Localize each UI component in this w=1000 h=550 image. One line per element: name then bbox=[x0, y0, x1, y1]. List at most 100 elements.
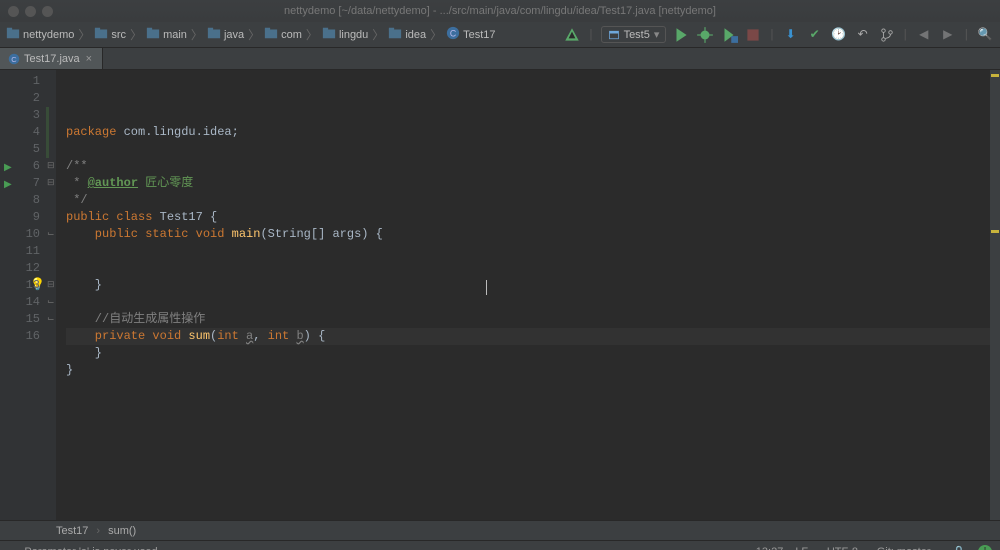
crumb-nettydemo[interactable]: nettydemo bbox=[6, 26, 74, 43]
code-line[interactable]: } bbox=[66, 277, 1000, 294]
crumb-lingdu[interactable]: lingdu bbox=[322, 26, 368, 43]
window-titlebar: nettydemo [~/data/nettydemo] - .../src/m… bbox=[0, 0, 1000, 22]
run-button[interactable] bbox=[672, 26, 690, 44]
folder-icon bbox=[207, 26, 221, 43]
line-number[interactable]: 3 bbox=[0, 107, 40, 124]
line-number[interactable]: 10 bbox=[0, 226, 40, 243]
code-line[interactable]: package com.lingdu.idea; bbox=[66, 124, 1000, 141]
folder-icon bbox=[322, 26, 336, 43]
line-number[interactable]: 16 bbox=[0, 328, 40, 345]
crumb-java[interactable]: java bbox=[207, 26, 244, 43]
crumb-main[interactable]: main bbox=[146, 26, 187, 43]
error-stripe[interactable] bbox=[990, 70, 1000, 520]
breadcrumb-method[interactable]: sum() bbox=[108, 525, 136, 537]
fold-gutter[interactable]: ⊟⊟⌙⊟⌙⌙ bbox=[46, 70, 56, 520]
code-area[interactable]: package com.lingdu.idea; /** * @author 匠心… bbox=[56, 70, 1000, 520]
line-number[interactable]: 12 bbox=[0, 260, 40, 277]
code-line[interactable] bbox=[66, 379, 1000, 396]
chevron-down-icon: ▾ bbox=[654, 28, 660, 41]
text-caret bbox=[486, 280, 487, 295]
line-number[interactable]: 9 bbox=[0, 209, 40, 226]
crumb-idea[interactable]: idea bbox=[388, 26, 426, 43]
line-number[interactable]: 15 bbox=[0, 311, 40, 328]
build-icon[interactable] bbox=[563, 26, 581, 44]
crumb-separator: 〉 bbox=[130, 26, 142, 43]
hector-icon[interactable]: ! bbox=[978, 545, 992, 550]
code-line[interactable]: } bbox=[66, 362, 1000, 379]
code-line[interactable] bbox=[66, 294, 1000, 311]
caret-position[interactable]: 13:27 bbox=[756, 546, 784, 550]
svg-text:C: C bbox=[11, 55, 17, 64]
fold-end-icon: ⌙ bbox=[47, 314, 55, 324]
status-message: Parameter 'a' is never used bbox=[24, 546, 157, 550]
run-configuration-selector[interactable]: Test5 ▾ bbox=[601, 26, 667, 43]
line-number[interactable]: 6▶ bbox=[0, 158, 40, 175]
run-config-label: Test5 bbox=[624, 29, 650, 41]
breadcrumb-class[interactable]: Test17 bbox=[56, 525, 88, 537]
crumb-separator: 〉 bbox=[248, 26, 260, 43]
code-line[interactable]: public class Test17 { bbox=[66, 209, 1000, 226]
line-number-gutter[interactable]: 123456▶7▶89101112💡13141516 bbox=[0, 70, 46, 520]
line-number[interactable]: 11 bbox=[0, 243, 40, 260]
vcs-commit-icon[interactable]: ✔ bbox=[806, 26, 824, 44]
vcs-change-marker bbox=[46, 107, 49, 158]
line-number[interactable]: 2 bbox=[0, 90, 40, 107]
vcs-revert-icon[interactable]: ↶ bbox=[854, 26, 872, 44]
crumb-src[interactable]: src bbox=[94, 26, 126, 43]
code-line[interactable]: * @author 匠心零度 bbox=[66, 175, 1000, 192]
line-number[interactable]: 13 bbox=[0, 277, 40, 294]
debug-button[interactable] bbox=[696, 26, 714, 44]
git-branch[interactable]: Git: master ≑ bbox=[877, 546, 941, 550]
code-line[interactable]: /** bbox=[66, 158, 1000, 175]
line-number[interactable]: 1 bbox=[0, 73, 40, 90]
fold-end-icon: ⌙ bbox=[47, 229, 55, 239]
main-toolbar: nettydemo〉src〉main〉java〉com〉lingdu〉idea〉… bbox=[0, 22, 1000, 48]
search-everywhere-icon[interactable]: 🔍 bbox=[976, 26, 994, 44]
code-line[interactable] bbox=[66, 141, 1000, 158]
tab-close-button[interactable]: × bbox=[84, 53, 94, 65]
code-line[interactable] bbox=[66, 260, 1000, 277]
code-line[interactable] bbox=[66, 243, 1000, 260]
line-number[interactable]: 4 bbox=[0, 124, 40, 141]
code-line[interactable]: private void sum(int a, int b) { bbox=[66, 328, 1000, 345]
toolbar-right: | Test5 ▾ | ⬇ ✔ 🕑 ↶ | ◀ ▶ | 🔍 bbox=[563, 26, 994, 44]
forward-icon[interactable]: ▶ bbox=[939, 26, 957, 44]
crumb-separator: 〉 bbox=[191, 26, 203, 43]
folder-icon bbox=[146, 26, 160, 43]
breadcrumb-separator: › bbox=[96, 525, 100, 537]
readonly-lock-icon[interactable]: 🔒 bbox=[952, 545, 966, 550]
fold-toggle-icon[interactable]: ⊟ bbox=[47, 280, 55, 290]
code-line[interactable]: public static void main(String[] args) { bbox=[66, 226, 1000, 243]
code-editor[interactable]: 123456▶7▶89101112💡13141516 ⊟⊟⌙⊟⌙⌙ packag… bbox=[0, 70, 1000, 520]
svg-text:C: C bbox=[450, 29, 456, 39]
warning-stripe-mark[interactable] bbox=[991, 74, 999, 77]
file-tab[interactable]: C Test17.java × bbox=[0, 48, 103, 69]
back-icon[interactable]: ◀ bbox=[915, 26, 933, 44]
vcs-update-icon[interactable]: ⬇ bbox=[782, 26, 800, 44]
crumb-separator: 〉 bbox=[430, 26, 442, 43]
warning-stripe-mark[interactable] bbox=[991, 230, 999, 233]
folder-icon bbox=[388, 26, 402, 43]
branch-icon[interactable] bbox=[878, 26, 896, 44]
line-separator[interactable]: LF≑ bbox=[795, 546, 815, 550]
crumb-com[interactable]: com bbox=[264, 26, 302, 43]
line-number[interactable]: 7▶ bbox=[0, 175, 40, 192]
stop-button[interactable] bbox=[744, 26, 762, 44]
file-encoding[interactable]: UTF-8≑ bbox=[827, 546, 865, 550]
fold-toggle-icon[interactable]: ⊟ bbox=[47, 178, 55, 188]
vcs-history-icon[interactable]: 🕑 bbox=[830, 26, 848, 44]
project-icon bbox=[6, 26, 20, 43]
crumb-separator: 〉 bbox=[372, 26, 384, 43]
folder-icon bbox=[94, 26, 108, 43]
line-number[interactable]: 14 bbox=[0, 294, 40, 311]
line-number[interactable]: 8 bbox=[0, 192, 40, 209]
editor-tabs: C Test17.java × bbox=[0, 48, 1000, 70]
coverage-button[interactable] bbox=[720, 26, 738, 44]
line-number[interactable]: 5 bbox=[0, 141, 40, 158]
crumb-test17[interactable]: CTest17 bbox=[446, 26, 495, 43]
code-line[interactable]: //自动生成属性操作 bbox=[66, 311, 1000, 328]
window-title: nettydemo [~/data/nettydemo] - .../src/m… bbox=[0, 5, 1000, 17]
code-line[interactable]: */ bbox=[66, 192, 1000, 209]
fold-toggle-icon[interactable]: ⊟ bbox=[47, 161, 55, 171]
code-line[interactable]: } bbox=[66, 345, 1000, 362]
